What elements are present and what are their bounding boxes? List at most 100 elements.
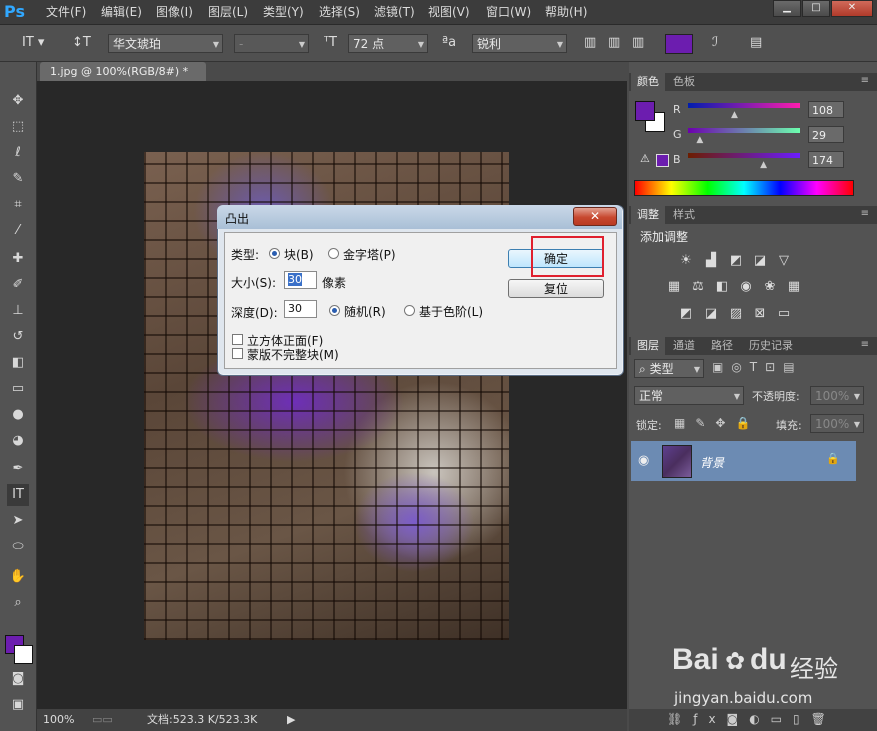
mask-incomplete-label[interactable]: 蒙版不完整块(M) (247, 346, 339, 363)
color-balance-icon[interactable]: ⚖ (688, 278, 708, 296)
marquee-tool-icon[interactable]: ⬚ (7, 116, 29, 138)
text-color-swatch[interactable] (665, 34, 693, 54)
text-tool-preset-icon[interactable]: ⅠT ▾ (22, 33, 44, 53)
g-value-field[interactable]: 29 (808, 126, 844, 143)
black-white-icon[interactable]: ◧ (712, 278, 732, 296)
screen-mode-icon[interactable]: ▣ (7, 694, 29, 716)
menu-file[interactable]: 文件(F) (46, 0, 86, 24)
curves-icon[interactable]: ◩ (726, 252, 746, 270)
menu-help[interactable]: 帮助(H) (545, 0, 587, 24)
layer-filter-select[interactable]: ⌕ 类型 ▼ (634, 359, 704, 378)
size-input[interactable]: 30 (284, 271, 317, 289)
color-panel-foreground[interactable] (635, 101, 655, 121)
menu-view[interactable]: 视图(V) (428, 0, 470, 24)
g-slider[interactable] (688, 128, 800, 133)
text-orientation-icon[interactable]: ↕T (72, 33, 91, 53)
type-pyramid-label[interactable]: 金字塔(P) (343, 246, 396, 263)
eyedropper-tool-icon[interactable]: ⁄ (7, 220, 29, 242)
menu-select[interactable]: 选择(S) (319, 0, 360, 24)
selective-color-icon[interactable]: ⊠ (750, 305, 770, 323)
gamut-warning-icon[interactable]: ⚠ (640, 152, 650, 165)
character-panel-icon[interactable]: ▤ (750, 33, 762, 53)
history-brush-tool-icon[interactable]: ↺ (7, 326, 29, 348)
gamut-color-swatch[interactable] (656, 154, 669, 167)
mask-incomplete-checkbox[interactable] (232, 348, 243, 359)
path-selection-tool-icon[interactable]: ➤ (7, 510, 29, 532)
hand-tool-icon[interactable]: ✋ (7, 566, 29, 588)
depth-random-label[interactable]: 随机(R) (344, 303, 386, 320)
menu-edit[interactable]: 编辑(E) (101, 0, 142, 24)
menu-image[interactable]: 图像(I) (156, 0, 193, 24)
align-center-icon[interactable]: ▥ (608, 33, 620, 53)
lock-icons[interactable]: ▦✎✥🔒 (674, 416, 760, 430)
close-window-button[interactable]: ✕ (831, 0, 873, 17)
invert-icon[interactable]: ◩ (676, 305, 696, 323)
type-block-label[interactable]: 块(B) (284, 246, 314, 263)
tab-history[interactable]: 历史记录 (743, 337, 799, 355)
depth-level-radio[interactable] (404, 305, 415, 316)
ellipse-tool-icon[interactable]: ⬭ (7, 536, 29, 558)
brush-tool-icon[interactable]: ✐ (7, 274, 29, 296)
dialog-close-button[interactable]: ✕ (573, 207, 617, 226)
tab-channels[interactable]: 通道 (667, 337, 701, 355)
lasso-tool-icon[interactable]: ℓ (7, 142, 29, 164)
menu-window[interactable]: 窗口(W) (486, 0, 531, 24)
layer-filter-icons[interactable]: ▣◎T⊡▤ (712, 360, 803, 374)
r-slider-thumb[interactable]: ▲ (731, 110, 738, 120)
gradient-tool-icon[interactable]: ▭ (7, 378, 29, 400)
status-menu-arrow-icon[interactable]: ▶ (287, 709, 295, 731)
posterize-icon[interactable]: ◪ (701, 305, 721, 323)
depth-input[interactable]: 30 (284, 300, 317, 318)
blur-tool-icon[interactable]: ● (7, 404, 29, 426)
quick-select-tool-icon[interactable]: ✎ (7, 168, 29, 190)
r-value-field[interactable]: 108 (808, 101, 844, 118)
minimize-button[interactable]: ▁ (773, 0, 801, 17)
antialias-select[interactable]: 锐利 ▼ (472, 34, 567, 53)
tab-color[interactable]: 颜色 (631, 73, 665, 91)
panel-menu-icon[interactable]: ≡ (861, 75, 869, 86)
align-left-icon[interactable]: ▥ (584, 33, 596, 53)
type-tool-icon[interactable]: ⅠT (7, 484, 29, 506)
g-slider-thumb[interactable]: ▲ (696, 135, 703, 145)
panel-menu-icon[interactable]: ≡ (861, 339, 869, 350)
crop-tool-icon[interactable]: ⌗ (7, 194, 29, 216)
warp-text-icon[interactable]: ℐ (712, 33, 718, 53)
threshold-icon[interactable]: ▨ (726, 305, 746, 323)
b-slider[interactable] (688, 153, 800, 158)
menu-type[interactable]: 类型(Y) (263, 0, 304, 24)
panel-menu-icon[interactable]: ≡ (861, 208, 869, 219)
exposure-icon[interactable]: ◪ (750, 252, 770, 270)
font-style-select[interactable]: - ▼ (234, 34, 309, 53)
gradient-map-icon[interactable]: ▭ (774, 305, 794, 323)
zoom-level[interactable]: 100% (43, 709, 74, 731)
reset-button[interactable]: 复位 (508, 279, 604, 298)
tab-adjustments[interactable]: 调整 (631, 206, 665, 224)
type-block-radio[interactable] (269, 248, 280, 259)
eraser-tool-icon[interactable]: ◧ (7, 352, 29, 374)
healing-brush-tool-icon[interactable]: ✚ (7, 248, 29, 270)
quick-mask-icon[interactable]: ◙ (7, 668, 29, 690)
eye-icon[interactable]: ◉ (638, 453, 649, 468)
pen-tool-icon[interactable]: ✒ (7, 458, 29, 480)
opacity-field[interactable]: 100% ▼ (810, 386, 864, 405)
layer-name[interactable]: 背景 (700, 454, 724, 471)
solid-front-checkbox[interactable] (232, 334, 243, 345)
r-slider[interactable] (688, 103, 800, 108)
background-color-swatch[interactable] (14, 645, 33, 664)
clone-stamp-tool-icon[interactable]: ⊥ (7, 300, 29, 322)
color-spectrum-bar[interactable] (634, 180, 854, 196)
tab-layers[interactable]: 图层 (631, 337, 665, 355)
color-lookup-icon[interactable]: ▦ (784, 278, 804, 296)
move-tool-icon[interactable]: ✥ (7, 90, 29, 112)
menu-filter[interactable]: 滤镜(T) (374, 0, 415, 24)
maximize-button[interactable]: □ (802, 0, 830, 17)
blend-mode-select[interactable]: 正常 ▼ (634, 386, 744, 405)
font-size-select[interactable]: 72 点 ▼ (348, 34, 428, 53)
dialog-titlebar[interactable] (217, 205, 622, 229)
depth-random-radio[interactable] (329, 305, 340, 316)
zoom-tool-icon[interactable]: ⌕ (7, 592, 29, 614)
levels-icon[interactable]: ▟ (701, 252, 721, 270)
fill-field[interactable]: 100% ▼ (810, 414, 864, 433)
depth-level-label[interactable]: 基于色阶(L) (419, 303, 483, 320)
layer-thumbnail[interactable] (662, 445, 692, 478)
